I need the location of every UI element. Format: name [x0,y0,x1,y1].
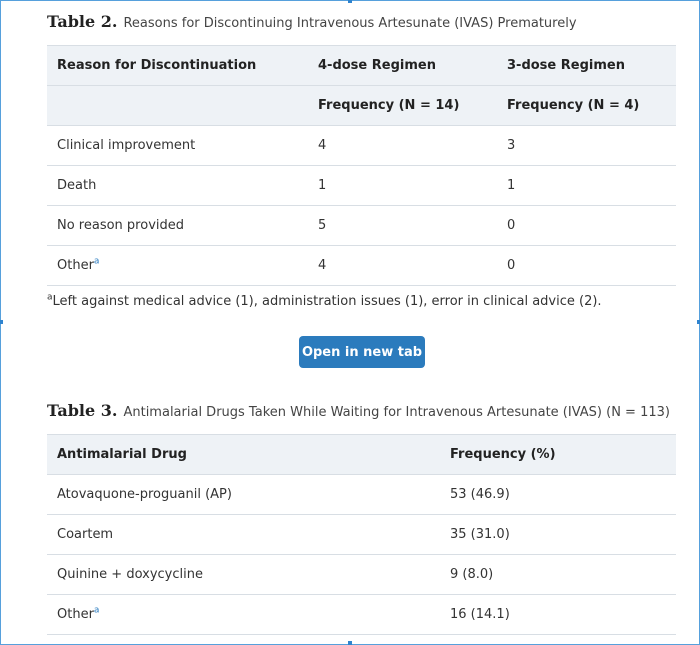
column-header: Reason for Discontinuation [47,45,308,86]
footnote-text: Left against medical advice (1), adminis… [52,294,602,309]
reason-cell: Othera [47,245,308,286]
reason-label: Other [57,258,94,273]
table-subheader-row: Frequency (N = 14) Frequency (N = 4) [47,85,676,126]
three-dose-cell: 1 [497,165,676,206]
frequency-cell: 35 (31.0) [440,514,676,555]
table-2: Reason for Discontinuation 4-dose Regime… [47,45,676,286]
table-header-row: Reason for Discontinuation 4-dose Regime… [47,45,676,86]
table-row: Atovaquone-proguanil (AP) 53 (46.9) [47,474,676,515]
resize-handle-bottom[interactable] [348,641,352,645]
reason-cell: No reason provided [47,205,308,246]
frequency-cell: 9 (8.0) [440,554,676,595]
three-dose-cell: 0 [497,205,676,246]
column-header: 4-dose Regimen [308,45,497,86]
three-dose-cell: 3 [497,125,676,166]
resize-handle-left[interactable] [0,320,3,324]
four-dose-cell: 4 [308,245,497,286]
column-header: Antimalarial Drug [47,434,440,475]
table-2-caption: Table 2. Reasons for Discontinuing Intrav… [47,12,577,31]
footnote-link[interactable]: a [94,606,100,616]
table-3-label: Table 3. [47,401,118,420]
four-dose-cell: 1 [308,165,497,206]
column-subheader: Frequency (N = 4) [497,85,676,126]
table-row: Othera 16 (14.1) [47,594,676,635]
drug-cell: Othera [47,594,440,635]
column-header: Frequency (%) [440,434,676,475]
table-3: Antimalarial Drug Frequency (%) Atovaquo… [47,434,676,635]
table-row: Clinical improvement 4 3 [47,125,676,166]
drug-cell: Coartem [47,514,440,555]
footnote-link[interactable]: a [94,257,100,267]
drug-label: Other [57,607,94,622]
drug-cell: Atovaquone-proguanil (AP) [47,474,440,515]
three-dose-cell: 0 [497,245,676,286]
column-header: 3-dose Regimen [497,45,676,86]
drug-cell: Quinine + doxycycline [47,554,440,595]
four-dose-cell: 4 [308,125,497,166]
reason-cell: Death [47,165,308,206]
four-dose-cell: 5 [308,205,497,246]
column-subheader: Frequency (N = 14) [308,85,497,126]
open-in-new-tab-button[interactable]: Open in new tab [299,336,425,368]
table-3-title: Antimalarial Drugs Taken While Waiting f… [123,405,670,420]
table-2-footnote: aLeft against medical advice (1), admini… [47,293,602,309]
table-2-label: Table 2. [47,12,118,31]
table-3-caption: Table 3. Antimalarial Drugs Taken While W… [47,401,670,420]
table-row: Death 1 1 [47,165,676,206]
table-row: Quinine + doxycycline 9 (8.0) [47,554,676,595]
column-subheader [47,85,308,126]
table-row: No reason provided 5 0 [47,205,676,246]
table-row: Othera 4 0 [47,245,676,286]
table-2-title: Reasons for Discontinuing Intravenous Ar… [123,16,577,31]
table-header-row: Antimalarial Drug Frequency (%) [47,434,676,475]
reason-cell: Clinical improvement [47,125,308,166]
frequency-cell: 53 (46.9) [440,474,676,515]
table-row: Coartem 35 (31.0) [47,514,676,555]
resize-handle-top[interactable] [348,0,352,3]
frequency-cell: 16 (14.1) [440,594,676,635]
